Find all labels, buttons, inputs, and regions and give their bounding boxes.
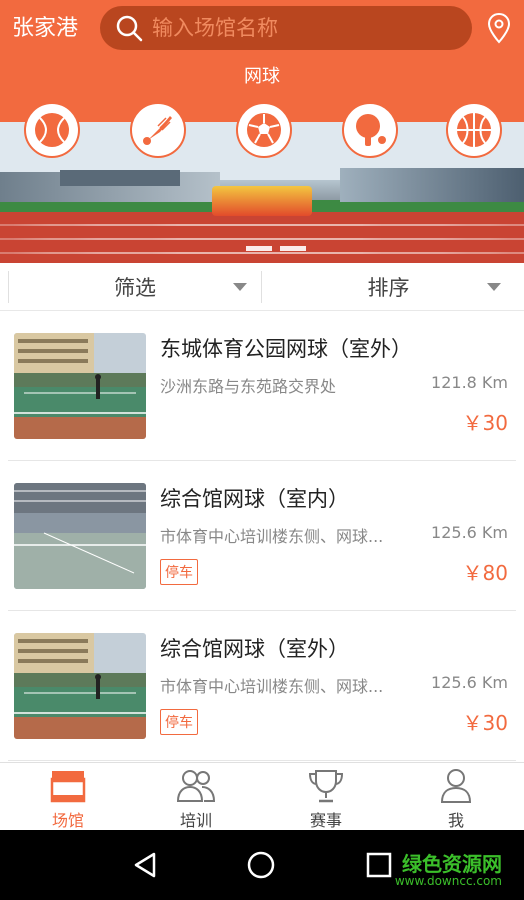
chevron-down-icon xyxy=(233,283,247,291)
venue-photo xyxy=(14,333,146,439)
tab-label: 我 xyxy=(447,811,464,830)
venue-price: ￥30 xyxy=(462,711,508,735)
badminton-icon xyxy=(143,116,172,145)
search-bar[interactable] xyxy=(100,6,472,50)
parking-badge: 停车 xyxy=(160,709,198,735)
watermark-url: www.downcc.com xyxy=(394,874,502,888)
sport-basketball-button[interactable] xyxy=(446,102,502,158)
carousel-indicator xyxy=(246,246,306,251)
venue-list-item[interactable]: 东城体育公园网球（室外） 沙洲东路与东苑路交界处 121.8 Km ￥30 xyxy=(8,311,516,461)
city-selector[interactable]: 张家港 xyxy=(12,14,78,44)
sport-badminton-button[interactable] xyxy=(130,102,186,158)
top-header: 张家港 网球 xyxy=(0,0,524,100)
venue-name: 综合馆网球（室内） xyxy=(160,487,349,511)
stadium-banner[interactable] xyxy=(0,100,524,263)
bottom-tab-bar: 场馆 培训 赛事 我 xyxy=(0,762,524,830)
sport-table-tennis-button[interactable] xyxy=(342,102,398,158)
track-line xyxy=(0,224,524,226)
venue-distance: 125.6 Km xyxy=(431,673,508,692)
trophy-icon xyxy=(308,770,344,803)
venue-name: 东城体育公园网球（室外） xyxy=(160,337,412,361)
tab-label: 培训 xyxy=(179,811,212,830)
training-people-icon xyxy=(176,770,216,802)
search-input[interactable] xyxy=(152,6,472,50)
venue-distance: 121.8 Km xyxy=(431,373,508,392)
carousel-dot[interactable] xyxy=(246,246,272,251)
filter-label: 筛选 xyxy=(114,276,156,300)
venue-address: 市体育中心培训楼东侧、网球... xyxy=(160,527,384,546)
venue-price: ￥80 xyxy=(462,561,508,585)
tab-events[interactable]: 赛事 xyxy=(286,767,366,830)
track-line xyxy=(0,238,524,240)
category-title: 网球 xyxy=(244,66,280,87)
venue-address: 市体育中心培训楼东侧、网球... xyxy=(160,677,384,696)
filter-dropdown[interactable]: 筛选 xyxy=(8,271,262,303)
sport-category-row xyxy=(0,100,524,164)
sort-label: 排序 xyxy=(367,276,410,300)
table-tennis-icon xyxy=(356,114,386,146)
stadium-stage xyxy=(212,186,312,216)
filter-bar: 筛选 排序 xyxy=(0,263,524,311)
stadium-roof xyxy=(60,170,180,186)
parking-badge: 停车 xyxy=(160,559,198,585)
soccer-ball-icon xyxy=(247,113,281,147)
venue-distance: 125.6 Km xyxy=(431,523,508,542)
sport-soccer-button[interactable] xyxy=(236,102,292,158)
stadium-stand-right xyxy=(340,168,524,202)
carousel-dot[interactable] xyxy=(280,246,306,251)
venue-photo xyxy=(14,483,146,589)
sport-tennis-button[interactable] xyxy=(24,102,80,158)
venue-price: ￥30 xyxy=(462,411,508,435)
tennis-ball-icon xyxy=(35,113,69,147)
watermark-text: 绿色资源网 xyxy=(402,852,502,876)
tab-label: 赛事 xyxy=(309,811,342,830)
track-line xyxy=(0,252,524,254)
tab-venues[interactable]: 场馆 xyxy=(28,767,108,830)
venue-list-item[interactable]: 综合馆网球（室内） 市体育中心培训楼东侧、网球... 125.6 Km 停车 ￥… xyxy=(8,461,516,611)
basketball-icon xyxy=(457,113,491,147)
tab-training[interactable]: 培训 xyxy=(156,767,236,830)
recent-apps-icon[interactable] xyxy=(364,850,394,880)
venue-address: 沙洲东路与东苑路交界处 xyxy=(160,377,337,396)
chevron-down-icon xyxy=(487,283,501,291)
system-navigation-bar: 绿色资源网 www.downcc.com xyxy=(0,830,524,900)
venue-list-item[interactable]: 综合馆网球（室外） 市体育中心培训楼东侧、网球... 125.6 Km 停车 ￥… xyxy=(8,611,516,761)
sort-dropdown[interactable]: 排序 xyxy=(262,271,516,303)
tab-me[interactable]: 我 xyxy=(416,767,496,830)
tab-label: 场馆 xyxy=(51,811,84,830)
home-icon[interactable] xyxy=(246,850,276,880)
venue-name: 综合馆网球（室外） xyxy=(160,637,349,661)
venue-store-icon xyxy=(50,771,86,803)
venue-list: 东城体育公园网球（室外） 沙洲东路与东苑路交界处 121.8 Km ￥30 综合… xyxy=(0,311,524,761)
search-icon xyxy=(116,15,143,42)
location-pin-icon[interactable] xyxy=(486,12,512,44)
back-icon[interactable] xyxy=(130,850,160,880)
venue-photo xyxy=(14,633,146,739)
user-icon xyxy=(440,769,472,803)
